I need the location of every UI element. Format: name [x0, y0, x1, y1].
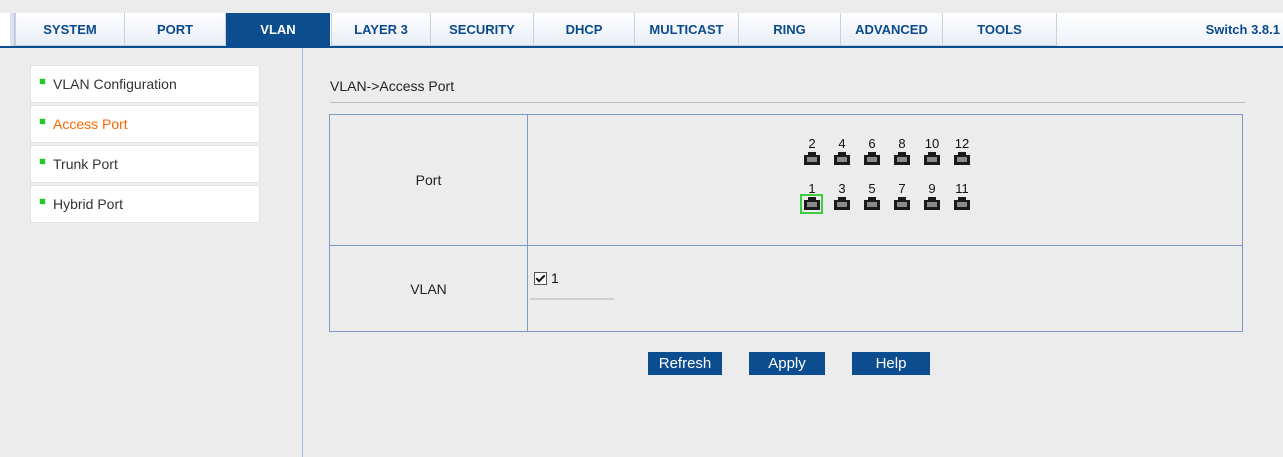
- tab-label: ADVANCED: [855, 21, 928, 37]
- port-3[interactable]: 3: [830, 182, 860, 220]
- sidebar-item-access-port[interactable]: Access Port: [30, 105, 260, 143]
- port-2[interactable]: 2: [800, 137, 830, 175]
- port-1[interactable]: 1: [800, 182, 830, 220]
- tab-advanced[interactable]: ADVANCED: [840, 13, 943, 46]
- access-port-form: Port 2 4 6 8 10 12 1 3 5 7 9 11 VLAN 1: [329, 114, 1243, 332]
- ethernet-port-icon: [954, 197, 970, 210]
- tab-label: VLAN: [260, 21, 296, 37]
- port-panel-cell: 2 4 6 8 10 12 1 3 5 7 9 11: [527, 114, 1243, 246]
- version-label: Switch 3.8.1: [1205, 22, 1280, 37]
- ethernet-port-icon: [894, 152, 910, 165]
- tab-label: PORT: [156, 21, 194, 37]
- tab-vlan[interactable]: VLAN: [226, 13, 330, 46]
- port-10[interactable]: 10: [920, 137, 950, 175]
- tab-ring[interactable]: RING: [738, 13, 841, 46]
- ethernet-port-icon: [894, 197, 910, 210]
- breadcrumb: VLAN->Access Port: [330, 78, 455, 94]
- port-number: 4: [838, 136, 846, 151]
- port-number: 8: [898, 136, 906, 151]
- port-8[interactable]: 8: [890, 137, 920, 175]
- port-number: 11: [955, 181, 969, 196]
- sidebar: VLAN Configuration Access Port Trunk Por…: [30, 65, 260, 225]
- tab-label: DHCP: [565, 21, 603, 37]
- top-nav: SYSTEM PORT VLAN LAYER 3 SECURITY DHCP M…: [0, 13, 1283, 46]
- tab-layer3[interactable]: LAYER 3: [331, 13, 431, 46]
- ethernet-port-icon: [864, 152, 880, 165]
- tab-multicast[interactable]: MULTICAST: [634, 13, 739, 46]
- vlan-options-cell: 1: [527, 245, 1243, 332]
- ethernet-port-icon: [834, 152, 850, 165]
- tab-dhcp[interactable]: DHCP: [533, 13, 635, 46]
- bullet-icon: [39, 197, 46, 205]
- port-4[interactable]: 4: [830, 137, 860, 175]
- port-number: 9: [928, 181, 936, 196]
- port-number: 12: [954, 136, 970, 151]
- bullet-icon: [39, 77, 46, 85]
- ethernet-port-icon: [924, 152, 940, 165]
- breadcrumb-underline: [330, 102, 1245, 103]
- port-number: 6: [868, 136, 876, 151]
- ethernet-port-icon: [954, 152, 970, 165]
- sidebar-item-hybrid-port[interactable]: Hybrid Port: [30, 185, 260, 223]
- sidebar-divider: [302, 48, 303, 457]
- port-number: 3: [838, 181, 846, 196]
- nav-right-fill: Switch 3.8.1: [1056, 13, 1283, 46]
- port-7[interactable]: 7: [890, 182, 920, 220]
- vlan-label: VLAN: [410, 280, 447, 297]
- tab-label: TOOLS: [977, 21, 1022, 37]
- tab-label: SYSTEM: [43, 21, 97, 37]
- bullet-icon: [39, 117, 46, 125]
- vlan-label-cell: VLAN: [329, 245, 528, 332]
- port-row-even: 2 4 6 8 10 12: [800, 137, 980, 175]
- port-9[interactable]: 9: [920, 182, 950, 220]
- tab-port[interactable]: PORT: [124, 13, 226, 46]
- vlan-option[interactable]: 1: [534, 270, 559, 286]
- refresh-button[interactable]: Refresh: [648, 352, 722, 375]
- port-6[interactable]: 6: [860, 137, 890, 175]
- port-11[interactable]: 11: [950, 182, 980, 220]
- ethernet-port-icon: [804, 152, 820, 165]
- sidebar-item-trunk-port[interactable]: Trunk Port: [30, 145, 260, 183]
- vlan-option-label: 1: [551, 270, 559, 286]
- port-number: 7: [898, 181, 906, 196]
- sidebar-item-label: Access Port: [53, 116, 128, 132]
- port-12[interactable]: 12: [950, 137, 980, 175]
- tab-system[interactable]: SYSTEM: [15, 13, 125, 46]
- port-label-cell: Port: [329, 114, 528, 246]
- port-label: Port: [415, 172, 442, 188]
- tab-label: MULTICAST: [649, 21, 724, 37]
- port-row-odd: 1 3 5 7 9 11: [800, 182, 980, 220]
- help-button[interactable]: Help: [852, 352, 930, 375]
- bullet-icon: [39, 157, 46, 165]
- nav-divider: [0, 46, 1283, 48]
- ethernet-port-icon: [864, 197, 880, 210]
- sidebar-item-label: VLAN Configuration: [53, 76, 177, 92]
- sidebar-item-vlan-configuration[interactable]: VLAN Configuration: [30, 65, 260, 103]
- ethernet-port-icon: [800, 194, 823, 214]
- port-number: 10: [924, 136, 940, 151]
- vlan-1-checkbox[interactable]: [534, 271, 547, 285]
- tab-tools[interactable]: TOOLS: [942, 13, 1057, 46]
- port-number: 5: [868, 181, 876, 196]
- tab-label: LAYER 3: [354, 21, 408, 37]
- ethernet-port-icon: [834, 197, 850, 210]
- sidebar-item-label: Hybrid Port: [53, 196, 124, 212]
- tab-label: SECURITY: [449, 21, 515, 37]
- tab-label: RING: [773, 21, 806, 37]
- port-number: 2: [808, 136, 816, 151]
- ethernet-port-icon: [924, 197, 940, 210]
- tab-security[interactable]: SECURITY: [430, 13, 534, 46]
- port-5[interactable]: 5: [860, 182, 890, 220]
- port-panel: 2 4 6 8 10 12 1 3 5 7 9 11: [800, 137, 970, 223]
- sidebar-item-label: Trunk Port: [53, 156, 118, 172]
- apply-button[interactable]: Apply: [749, 352, 825, 375]
- vlan-scroll-track[interactable]: [530, 298, 614, 300]
